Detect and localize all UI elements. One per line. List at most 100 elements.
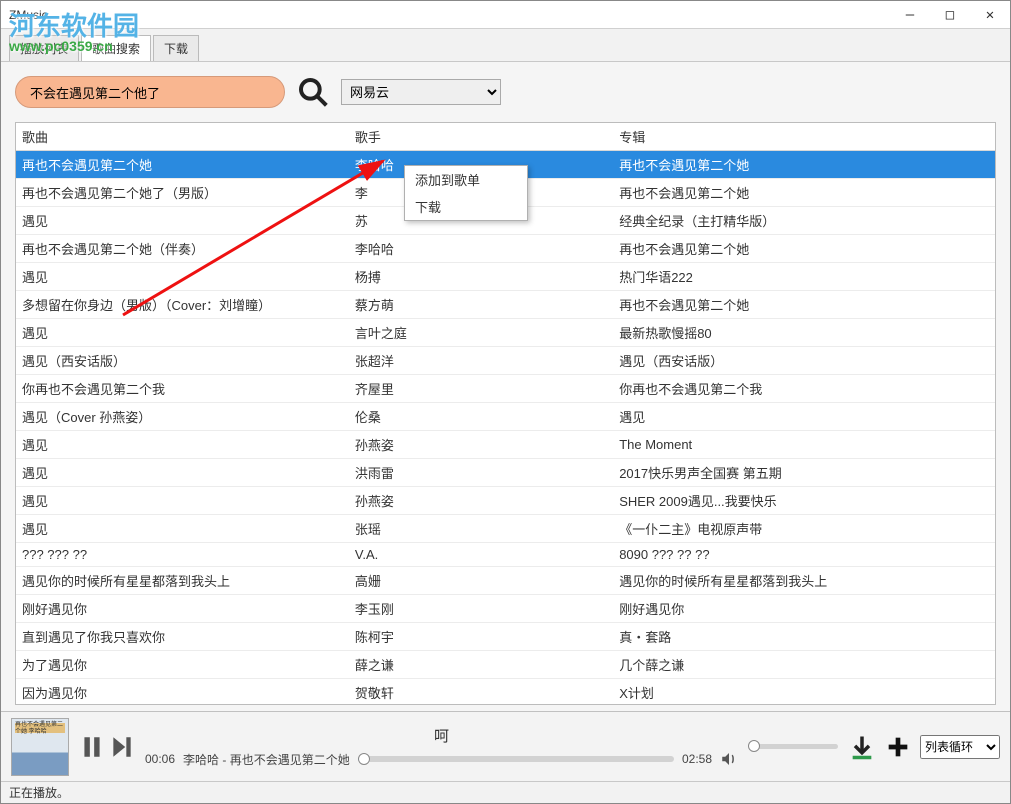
add-icon[interactable]	[884, 733, 912, 761]
cell-artist: 高姗	[349, 567, 613, 595]
cell-album: 最新热歌慢摇80	[613, 319, 995, 347]
table-row[interactable]: 遇见你的时候所有星星都落到我头上高姗遇见你的时候所有星星都落到我头上	[16, 567, 995, 595]
cell-song: 为了遇见你	[16, 651, 349, 679]
table-row[interactable]: 遇见杨搏热门华语222	[16, 263, 995, 291]
cell-song: 遇见你的时候所有星星都落到我头上	[16, 567, 349, 595]
cell-artist: 陈柯宇	[349, 623, 613, 651]
status-text: 正在播放。	[9, 784, 69, 801]
table-row[interactable]: 刚好遇见你李玉刚刚好遇见你	[16, 595, 995, 623]
app-title: ZMusic	[9, 8, 48, 22]
cell-album: 经典全纪录（主打精华版）	[613, 207, 995, 235]
cell-album: SHER 2009遇见...我要快乐	[613, 487, 995, 515]
table-row[interactable]: 遇见孙燕姿SHER 2009遇见...我要快乐	[16, 487, 995, 515]
cell-song: 再也不会遇见第二个她（伴奏）	[16, 235, 349, 263]
tab-download[interactable]: 下载	[153, 35, 199, 61]
volume-icon[interactable]	[720, 750, 738, 768]
close-button[interactable]: ✕	[970, 2, 1010, 28]
search-icon[interactable]	[297, 76, 329, 108]
cell-artist: 李玉刚	[349, 595, 613, 623]
source-select[interactable]: 网易云	[341, 79, 501, 105]
cell-artist: 贺敬轩	[349, 679, 613, 706]
context-download[interactable]: 下载	[405, 193, 527, 220]
cell-song: 直到遇见了你我只喜欢你	[16, 623, 349, 651]
tabs: 播放列表 歌曲搜索 下载	[1, 29, 1010, 62]
cell-artist: 薛之谦	[349, 651, 613, 679]
cell-album: 真・套路	[613, 623, 995, 651]
cell-album: 2017快乐男声全国赛 第五期	[613, 459, 995, 487]
col-artist[interactable]: 歌手	[349, 123, 613, 151]
cell-artist: 蔡方萌	[349, 291, 613, 319]
progress-bar[interactable]	[358, 756, 674, 762]
cell-artist: 张瑶	[349, 515, 613, 543]
tab-search[interactable]: 歌曲搜索	[81, 35, 151, 61]
context-add-to-playlist[interactable]: 添加到歌单	[405, 166, 527, 193]
col-song[interactable]: 歌曲	[16, 123, 349, 151]
window-controls: — □ ✕	[890, 2, 1010, 28]
cell-song: 遇见	[16, 515, 349, 543]
minimize-button[interactable]: —	[890, 2, 930, 28]
now-playing-title: 呵	[145, 725, 738, 746]
cell-song: 再也不会遇见第二个她	[16, 151, 349, 179]
table-row[interactable]: ??? ??? ??V.A.8090 ??? ?? ??	[16, 543, 995, 567]
cell-artist: 李哈哈	[349, 235, 613, 263]
cell-artist: 洪雨雷	[349, 459, 613, 487]
cell-song: 遇见	[16, 207, 349, 235]
cell-album: 《一仆二主》电视原声带	[613, 515, 995, 543]
cell-song: 多想留在你身边（男版）（Cover：刘增瞳）	[16, 291, 349, 319]
context-menu: 添加到歌单 下载	[404, 165, 528, 221]
volume-control	[748, 744, 838, 749]
table-row[interactable]: 为了遇见你薛之谦几个薛之谦	[16, 651, 995, 679]
download-icon[interactable]	[848, 733, 876, 761]
loop-mode-select[interactable]: 列表循环	[920, 735, 1000, 759]
player-extras: 列表循环	[848, 733, 1000, 761]
volume-slider[interactable]	[748, 744, 838, 749]
status-bar: 正在播放。	[1, 781, 1010, 803]
cell-album: 遇见	[613, 403, 995, 431]
track-label: 李哈哈 - 再也不会遇见第二个她	[183, 751, 350, 768]
cell-album: 遇见（西安话版）	[613, 347, 995, 375]
table-row[interactable]: 再也不会遇见第二个她（伴奏）李哈哈再也不会遇见第二个她	[16, 235, 995, 263]
titlebar: ZMusic — □ ✕	[1, 1, 1010, 29]
table-row[interactable]: 直到遇见了你我只喜欢你陈柯宇真・套路	[16, 623, 995, 651]
table-row[interactable]: 遇见（Cover 孙燕姿）伦桑遇见	[16, 403, 995, 431]
cell-artist: V.A.	[349, 543, 613, 567]
tab-playlist[interactable]: 播放列表	[9, 35, 79, 61]
cell-song: 遇见	[16, 487, 349, 515]
playback-controls	[79, 734, 135, 760]
cell-song: 遇见	[16, 263, 349, 291]
cell-artist: 孙燕姿	[349, 487, 613, 515]
col-album[interactable]: 专辑	[613, 123, 995, 151]
pause-button[interactable]	[79, 734, 105, 760]
cell-album: 再也不会遇见第二个她	[613, 291, 995, 319]
cell-album: 8090 ??? ?? ??	[613, 543, 995, 567]
table-row[interactable]: 因为遇见你贺敬轩X计划	[16, 679, 995, 706]
cell-artist: 伦桑	[349, 403, 613, 431]
table-row[interactable]: 遇见言叶之庭最新热歌慢摇80	[16, 319, 995, 347]
cell-album: 遇见你的时候所有星星都落到我头上	[613, 567, 995, 595]
table-row[interactable]: 多想留在你身边（男版）（Cover：刘增瞳）蔡方萌再也不会遇见第二个她	[16, 291, 995, 319]
cell-song: 遇见	[16, 319, 349, 347]
table-row[interactable]: 遇见洪雨雷2017快乐男声全国赛 第五期	[16, 459, 995, 487]
search-input[interactable]	[15, 76, 285, 108]
cell-album: 几个薛之谦	[613, 651, 995, 679]
maximize-button[interactable]: □	[930, 2, 970, 28]
cell-artist: 言叶之庭	[349, 319, 613, 347]
cell-artist: 张超洋	[349, 347, 613, 375]
player-meta: 呵 00:06 李哈哈 - 再也不会遇见第二个她 02:58	[145, 725, 738, 768]
cell-song: 遇见	[16, 431, 349, 459]
table-row[interactable]: 遇见孙燕姿The Moment	[16, 431, 995, 459]
album-cover[interactable]: 再也不会遇见第二个她 李哈哈	[11, 718, 69, 776]
table-row[interactable]: 遇见张瑶《一仆二主》电视原声带	[16, 515, 995, 543]
cell-song: ??? ??? ??	[16, 543, 349, 567]
search-bar: 网易云	[1, 62, 1010, 122]
cell-album: 再也不会遇见第二个她	[613, 151, 995, 179]
table-row[interactable]: 你再也不会遇见第二个我齐屋里你再也不会遇见第二个我	[16, 375, 995, 403]
cell-song: 刚好遇见你	[16, 595, 349, 623]
cell-song: 遇见（西安话版）	[16, 347, 349, 375]
next-track-button[interactable]	[109, 734, 135, 760]
cell-album: The Moment	[613, 431, 995, 459]
cell-song: 因为遇见你	[16, 679, 349, 706]
cell-song: 再也不会遇见第二个她了（男版）	[16, 179, 349, 207]
table-row[interactable]: 遇见（西安话版）张超洋遇见（西安话版）	[16, 347, 995, 375]
cell-album: 再也不会遇见第二个她	[613, 179, 995, 207]
